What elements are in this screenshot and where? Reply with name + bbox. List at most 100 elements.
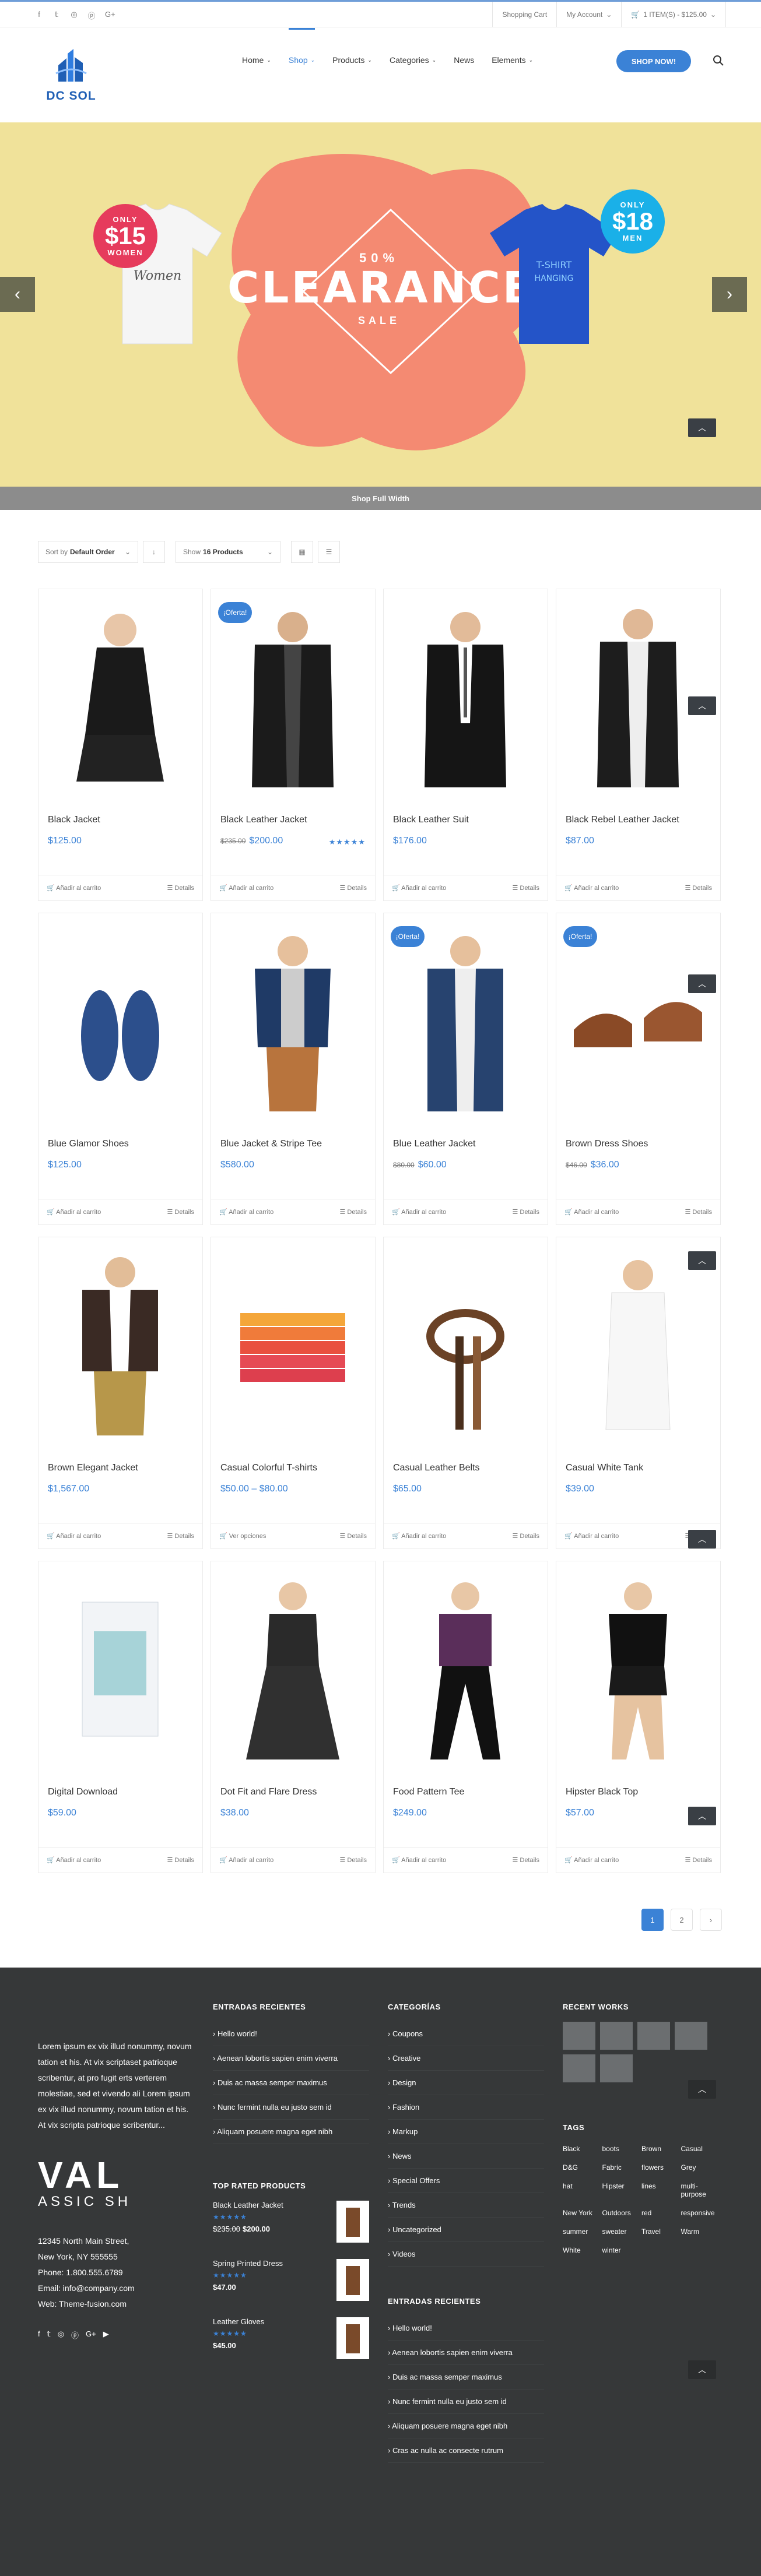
- facebook-icon[interactable]: f: [38, 2329, 40, 2341]
- nav-shop[interactable]: Shop ⌄: [280, 28, 324, 92]
- details-button[interactable]: ☰ Details: [685, 884, 712, 892]
- work-thumbnail[interactable]: [600, 2054, 633, 2082]
- nav-news[interactable]: News: [445, 28, 483, 92]
- product-card[interactable]: Casual Leather Belts $65.00 🛒 Añadir al ca…: [383, 1237, 548, 1549]
- details-button[interactable]: ☰ Details: [339, 884, 367, 892]
- grid-view-button[interactable]: ▦: [291, 541, 313, 563]
- tag-link[interactable]: boots: [602, 2142, 642, 2155]
- tag-link[interactable]: winter: [602, 2244, 642, 2257]
- category-link[interactable]: Design: [388, 2071, 544, 2095]
- top-rated-thumbnail[interactable]: [336, 2317, 369, 2359]
- top-rated-thumbnail[interactable]: [336, 2259, 369, 2301]
- product-card[interactable]: ¡Oferta! Brown Dress Shoes $46.00 $36.00 🛒 A…: [556, 913, 721, 1225]
- product-image[interactable]: [384, 1561, 548, 1785]
- product-name[interactable]: Blue Leather Jacket: [393, 1139, 475, 1149]
- pinterest-icon[interactable]: ⓟ: [71, 2329, 79, 2341]
- next-page-button[interactable]: ›: [700, 1909, 722, 1931]
- shop-full-width-link[interactable]: Shop Full Width: [0, 487, 761, 510]
- details-button[interactable]: ☰ Details: [339, 1856, 367, 1864]
- product-card[interactable]: Hipster Black Top $57.00 🛒 Añadir al carri…: [556, 1561, 721, 1873]
- tag-link[interactable]: White: [563, 2244, 602, 2257]
- details-button[interactable]: ☰ Details: [512, 1208, 539, 1216]
- product-card[interactable]: Casual White Tank $39.00 🛒 Añadir al carri…: [556, 1237, 721, 1549]
- nav-products[interactable]: Products ⌄: [324, 28, 381, 92]
- product-image[interactable]: [211, 1237, 375, 1461]
- add-to-cart-button[interactable]: 🛒 Añadir al carrito: [47, 1856, 101, 1864]
- scroll-to-top-button[interactable]: ︿: [688, 1530, 716, 1549]
- tag-link[interactable]: Fabric: [602, 2161, 642, 2174]
- cart-summary-link[interactable]: 🛒 1 ITEM(S) - $125.00 ⌄: [621, 2, 726, 27]
- product-card[interactable]: ¡Oferta! Blue Leather Jacket $80.00 $60.00 🛒…: [383, 913, 548, 1225]
- nav-elements[interactable]: Elements ⌄: [483, 28, 542, 92]
- add-to-cart-button[interactable]: 🛒 Añadir al carrito: [47, 1532, 101, 1540]
- site-logo[interactable]: DC SOL: [42, 48, 100, 106]
- details-button[interactable]: ☰ Details: [167, 884, 194, 892]
- product-card[interactable]: Food Pattern Tee $249.00 🛒 Añadir al carri…: [383, 1561, 548, 1873]
- details-button[interactable]: ☰ Details: [167, 1532, 194, 1540]
- nav-home[interactable]: Home ⌄: [233, 28, 280, 92]
- top-rated-name[interactable]: Leather Gloves: [213, 2317, 264, 2326]
- twitter-icon[interactable]: 𝕥: [47, 2329, 51, 2341]
- shop-now-button[interactable]: SHOP NOW!: [616, 50, 691, 72]
- details-button[interactable]: ☰ Details: [167, 1856, 194, 1864]
- list-view-button[interactable]: ☰: [318, 541, 340, 563]
- product-name[interactable]: Black Jacket: [48, 815, 100, 825]
- category-link[interactable]: Creative: [388, 2046, 544, 2071]
- product-image[interactable]: [38, 1561, 202, 1785]
- my-account-link[interactable]: My Account ⌄: [556, 2, 621, 27]
- details-button[interactable]: ☰ Details: [512, 1532, 539, 1540]
- scroll-to-top-button[interactable]: ︿: [688, 1251, 716, 1270]
- tag-link[interactable]: D&G: [563, 2161, 602, 2174]
- tag-link[interactable]: New York: [563, 2207, 602, 2219]
- tag-link[interactable]: flowers: [641, 2161, 681, 2174]
- google-plus-icon[interactable]: G+: [86, 2329, 96, 2341]
- product-card[interactable]: Dot Fit and Flare Dress $38.00 🛒 Añadir al…: [211, 1561, 376, 1873]
- product-name[interactable]: Black Leather Suit: [393, 815, 469, 825]
- product-card[interactable]: Black Jacket $125.00 🛒 Añadir al carrito ☰ …: [38, 589, 203, 901]
- top-rated-name[interactable]: Spring Printed Dress: [213, 2259, 283, 2268]
- product-card[interactable]: Brown Elegant Jacket $1,567.00 🛒 Añadir al…: [38, 1237, 203, 1549]
- instagram-icon[interactable]: ◎: [58, 2329, 64, 2341]
- pinterest-icon[interactable]: ⓟ: [87, 10, 96, 21]
- page-2-button[interactable]: 2: [671, 1909, 693, 1931]
- sort-direction-button[interactable]: ↓: [143, 541, 165, 563]
- work-thumbnail[interactable]: [637, 2022, 670, 2050]
- tag-link[interactable]: Warm: [681, 2225, 721, 2238]
- shopping-cart-link[interactable]: Shopping Cart: [492, 2, 556, 27]
- add-to-cart-button[interactable]: 🛒 Añadir al carrito: [392, 1208, 446, 1216]
- recent-post-link[interactable]: Hello world!: [213, 2022, 369, 2046]
- product-image[interactable]: [38, 913, 202, 1136]
- product-image[interactable]: [38, 1237, 202, 1461]
- top-rated-item[interactable]: Leather Gloves ★★★★★ $45.00: [213, 2317, 369, 2359]
- product-image[interactable]: [556, 1237, 720, 1461]
- add-to-cart-button[interactable]: 🛒 Añadir al carrito: [564, 1532, 619, 1540]
- category-link[interactable]: Fashion: [388, 2095, 544, 2120]
- search-icon[interactable]: [713, 55, 724, 66]
- recent-post-link[interactable]: Hello world!: [388, 2316, 544, 2341]
- details-button[interactable]: ☰ Details: [512, 1856, 539, 1864]
- work-thumbnail[interactable]: [675, 2022, 707, 2050]
- category-link[interactable]: Special Offers: [388, 2169, 544, 2193]
- instagram-icon[interactable]: ◎: [70, 10, 78, 21]
- add-to-cart-button[interactable]: 🛒 Añadir al carrito: [392, 1856, 446, 1864]
- recent-post-link[interactable]: Aenean lobortis sapien enim viverra: [213, 2046, 369, 2071]
- tag-link[interactable]: red: [641, 2207, 681, 2219]
- details-button[interactable]: ☰ Details: [339, 1208, 367, 1216]
- details-button[interactable]: ☰ Details: [512, 884, 539, 892]
- tag-link[interactable]: Grey: [681, 2161, 721, 2174]
- product-card[interactable]: Blue Glamor Shoes $125.00 🛒 Añadir al carr…: [38, 913, 203, 1225]
- product-name[interactable]: Casual White Tank: [566, 1463, 643, 1473]
- tag-link[interactable]: summer: [563, 2225, 602, 2238]
- scroll-to-top-button[interactable]: ︿: [688, 418, 716, 437]
- product-name[interactable]: Blue Glamor Shoes: [48, 1139, 129, 1149]
- add-to-cart-button[interactable]: 🛒 Ver opciones: [219, 1532, 266, 1540]
- sort-dropdown[interactable]: Sort by Default Order ⌄: [38, 541, 138, 563]
- product-image[interactable]: [211, 1561, 375, 1785]
- recent-post-link[interactable]: Duis ac massa semper maximus: [388, 2365, 544, 2390]
- product-image[interactable]: [38, 589, 202, 812]
- work-thumbnail[interactable]: [563, 2022, 595, 2050]
- add-to-cart-button[interactable]: 🛒 Añadir al carrito: [564, 884, 619, 892]
- product-name[interactable]: Food Pattern Tee: [393, 1787, 464, 1797]
- slider-next-button[interactable]: ›: [712, 277, 747, 312]
- category-link[interactable]: Trends: [388, 2193, 544, 2218]
